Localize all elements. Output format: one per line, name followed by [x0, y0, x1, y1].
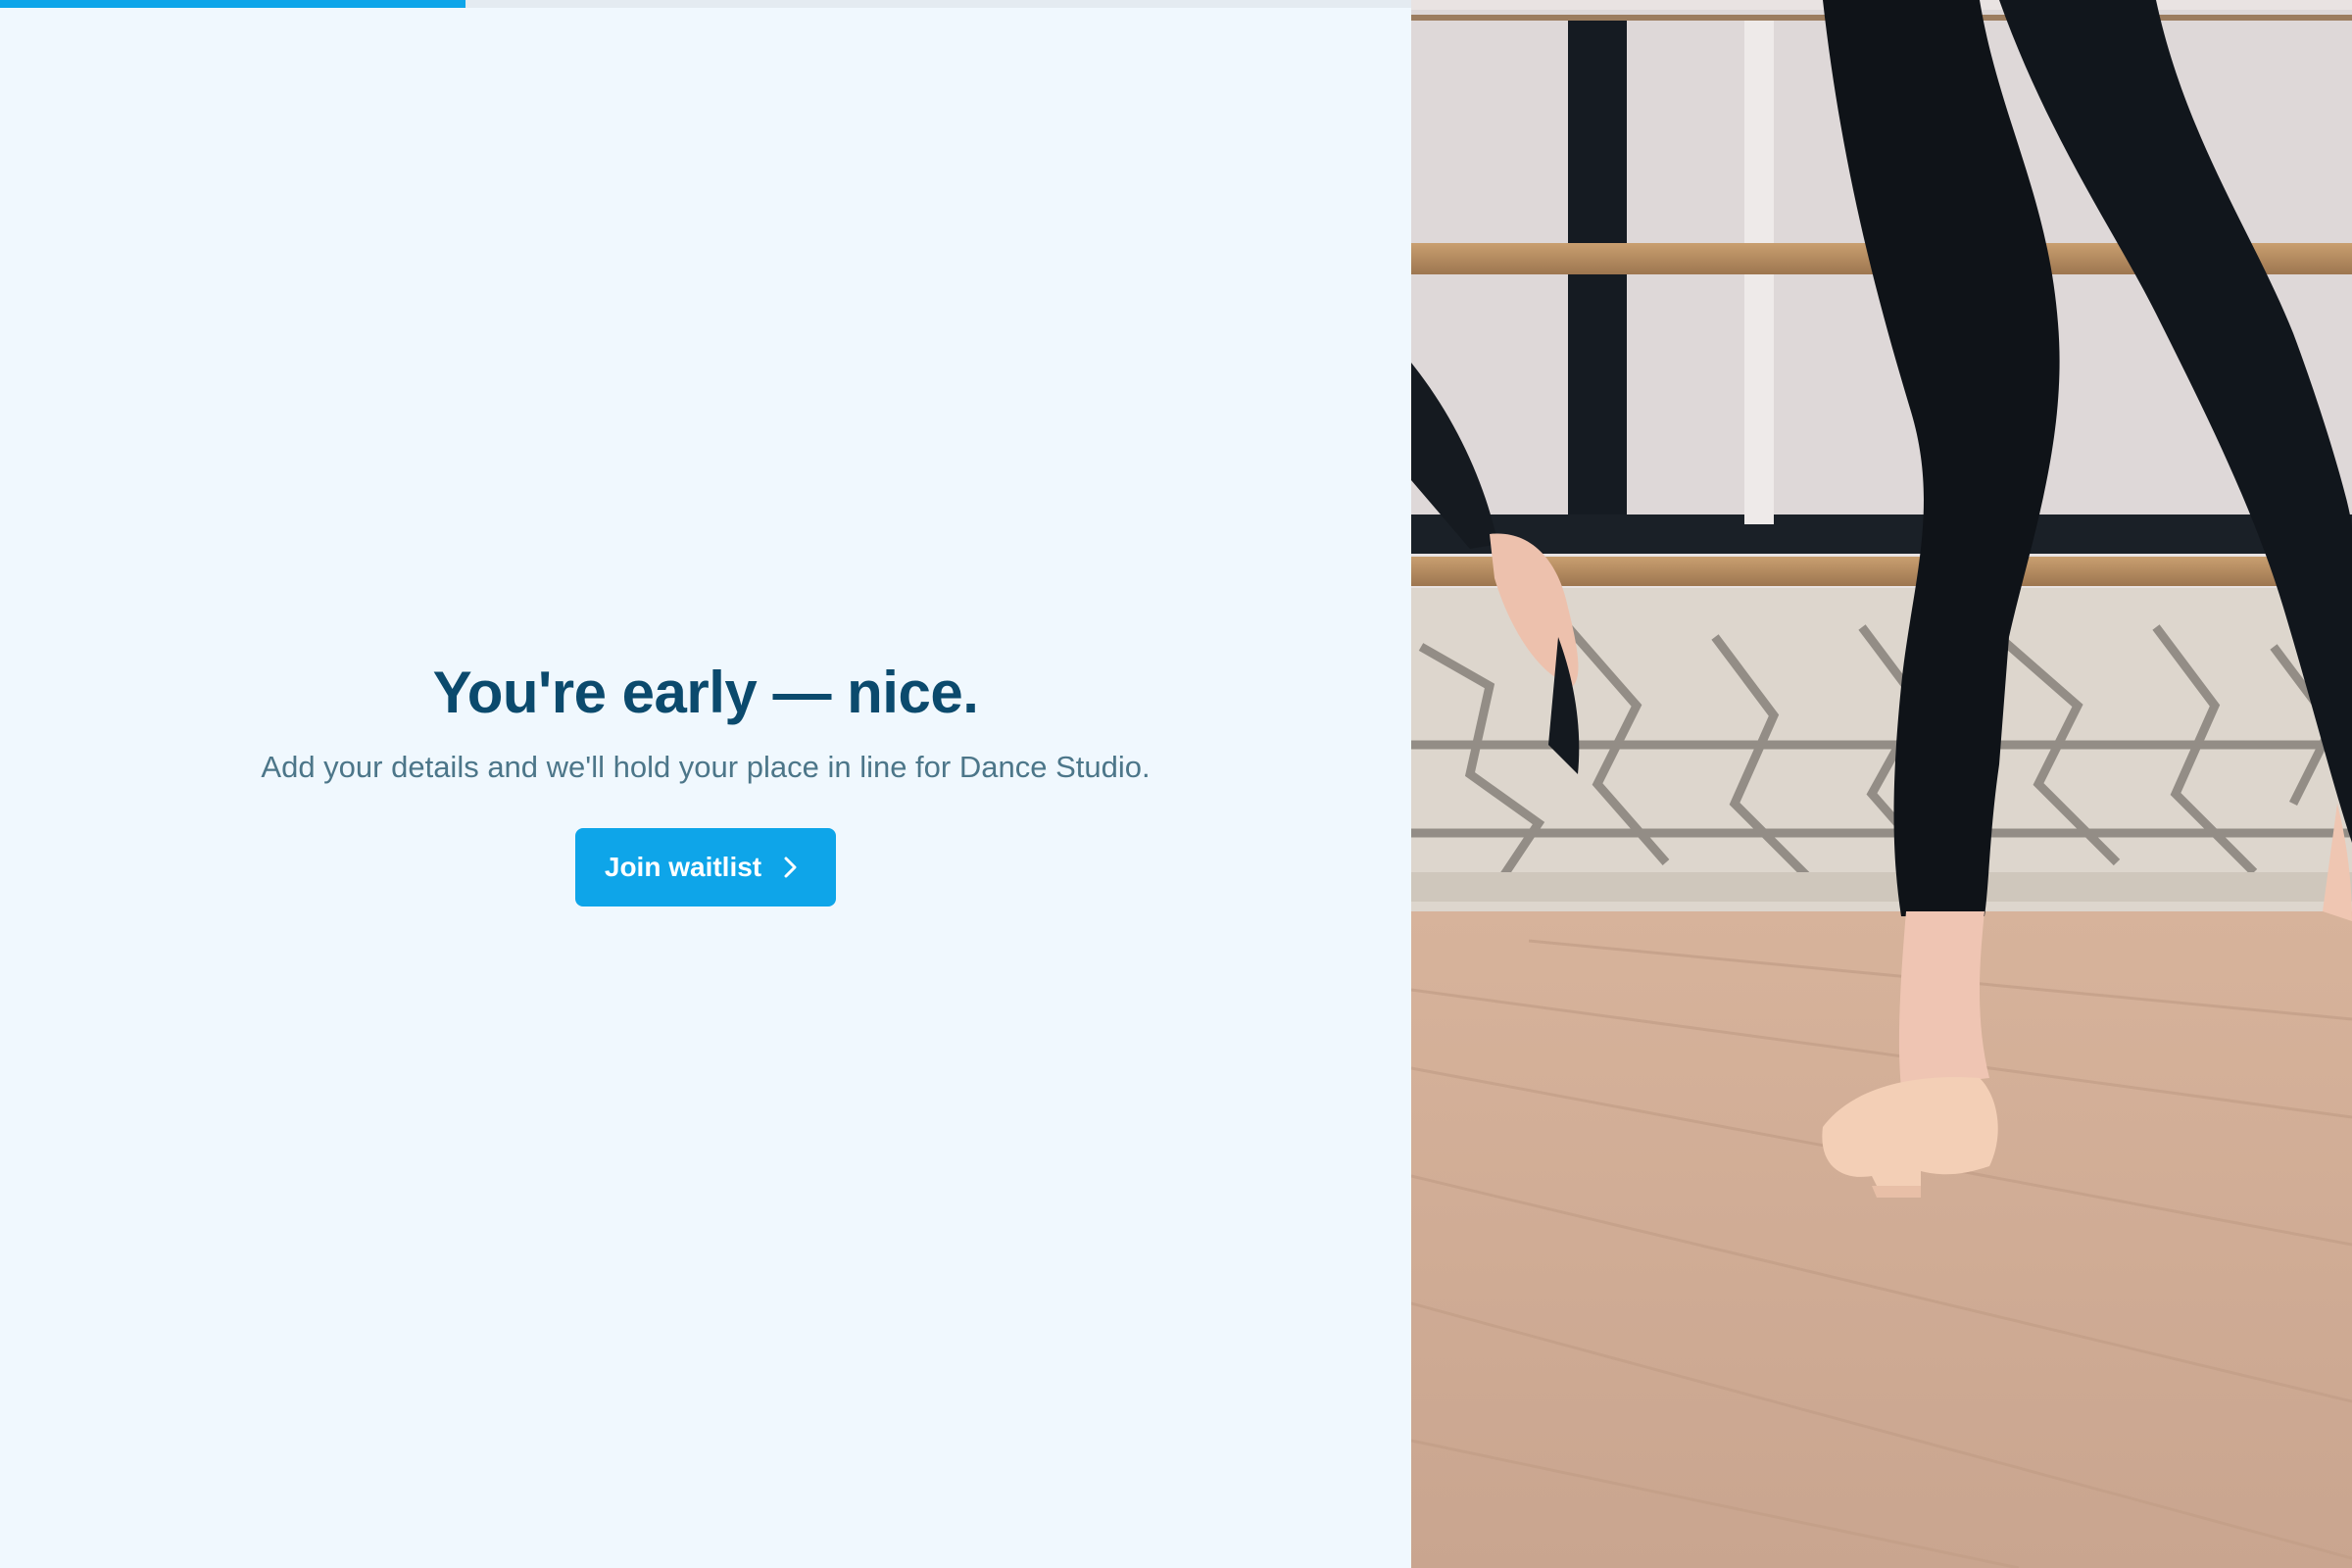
- waitlist-panel: You're early — nice. Add your details an…: [0, 0, 1411, 1568]
- dance-studio-photo: [1411, 0, 2352, 1568]
- page-title: You're early — nice.: [432, 660, 979, 725]
- chevron-right-icon: [783, 856, 799, 879]
- progress-bar-fill: [0, 0, 466, 8]
- join-waitlist-label: Join waitlist: [604, 852, 762, 882]
- page-subtitle: Add your details and we'll hold your pla…: [261, 750, 1151, 784]
- join-waitlist-button[interactable]: Join waitlist: [574, 828, 837, 906]
- hero-content: You're early — nice. Add your details an…: [0, 652, 1411, 906]
- progress-bar: [0, 0, 1411, 8]
